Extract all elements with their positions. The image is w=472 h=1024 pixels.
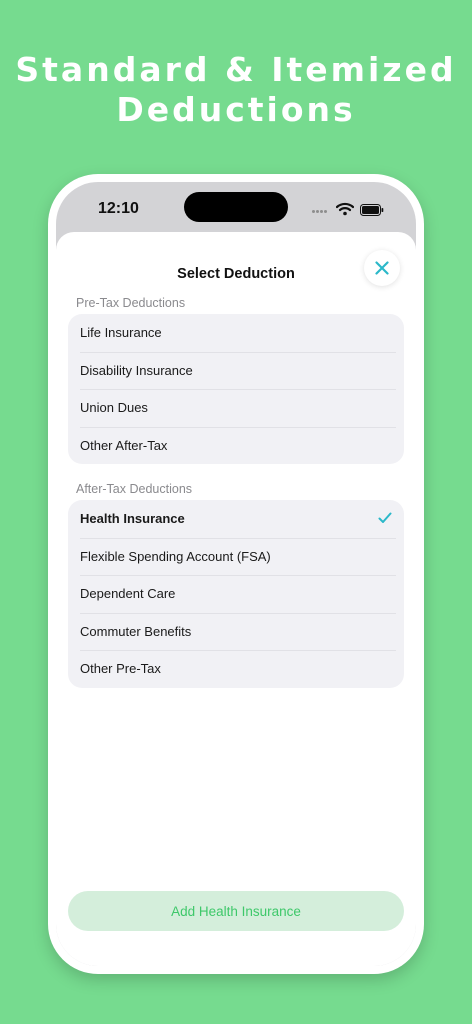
deduction-option-other-pre-tax[interactable]: Other Pre-Tax: [68, 650, 404, 688]
close-button[interactable]: [364, 250, 400, 286]
pre-tax-list: Life Insurance Disability Insurance Unio…: [68, 314, 404, 464]
option-label: Life Insurance: [80, 325, 162, 341]
sheet-title: Select Deduction: [177, 266, 295, 282]
checkmark-icon: [378, 512, 392, 523]
option-label: Commuter Benefits: [80, 623, 192, 639]
deduction-option-dependent-care[interactable]: Dependent Care: [68, 575, 404, 613]
headline-line-1: Standard & Itemized: [15, 50, 457, 89]
after-tax-list: Health Insurance Flexible Spending Accou…: [68, 500, 404, 688]
deduction-option-fsa[interactable]: Flexible Spending Account (FSA): [68, 537, 404, 576]
marketing-headline: Standard & Itemized Deductions: [0, 50, 472, 130]
after-tax-section-header: After-Tax Deductions: [76, 482, 193, 496]
dynamic-island: [184, 192, 288, 222]
option-label: Union Dues: [80, 400, 148, 416]
deduction-option-commuter-benefits[interactable]: Commuter Benefits: [68, 612, 404, 651]
option-label: Health Insurance: [80, 511, 185, 527]
deduction-sheet: Select Deduction Pre-Tax Deductions Life…: [56, 232, 416, 966]
add-deduction-button[interactable]: Add Health Insurance: [68, 891, 404, 931]
option-label: Flexible Spending Account (FSA): [80, 548, 271, 564]
battery-icon: [360, 204, 384, 216]
status-time: 12:10: [98, 200, 139, 217]
pre-tax-section-header: Pre-Tax Deductions: [76, 296, 186, 310]
close-icon: [375, 261, 389, 275]
option-label: Other Pre-Tax: [80, 661, 161, 677]
phone-frame: 12:10 Select Deduction Pre-Tax Deduction…: [48, 174, 424, 974]
deduction-option-disability-insurance[interactable]: Disability Insurance: [68, 351, 404, 390]
headline-line-2: Deductions: [116, 90, 356, 129]
option-label: Other After-Tax: [80, 437, 168, 453]
option-label: Disability Insurance: [80, 362, 193, 378]
phone-screen: 12:10 Select Deduction Pre-Tax Deduction…: [56, 182, 416, 966]
wifi-icon: [336, 202, 354, 216]
deduction-option-health-insurance[interactable]: Health Insurance: [68, 500, 404, 538]
option-label: Dependent Care: [80, 586, 176, 602]
signal-dots-icon: [312, 210, 332, 216]
deduction-option-life-insurance[interactable]: Life Insurance: [68, 314, 404, 352]
deduction-option-union-dues[interactable]: Union Dues: [68, 389, 404, 427]
deduction-option-other-after-tax[interactable]: Other After-Tax: [68, 426, 404, 465]
